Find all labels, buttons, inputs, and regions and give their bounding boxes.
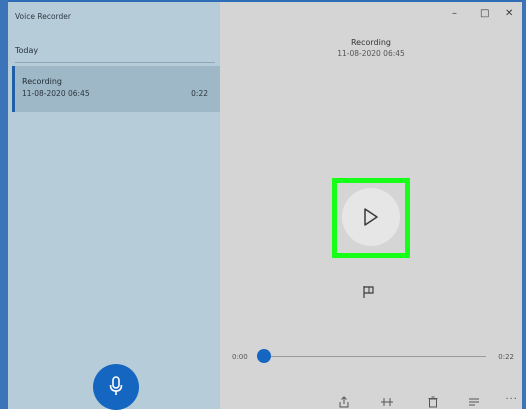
seek-track[interactable]	[260, 356, 486, 357]
delete-icon[interactable]	[428, 396, 438, 408]
microphone-icon	[109, 376, 123, 395]
main-pane: – □ ✕ Recording 11-08-2020 06:45 0:00 0:…	[220, 2, 522, 409]
maximize-button[interactable]: □	[480, 8, 489, 19]
record-button[interactable]	[93, 364, 139, 410]
rename-icon[interactable]	[468, 396, 480, 408]
selection-indicator	[12, 66, 15, 112]
share-icon[interactable]	[338, 396, 350, 408]
recording-list-item[interactable]: Recording 11-08-2020 06:45 0:22	[12, 66, 220, 112]
minimize-button[interactable]: –	[452, 8, 457, 19]
recording-duration: 0:22	[191, 89, 208, 98]
total-time: 0:22	[498, 353, 514, 361]
recording-name: Recording	[22, 77, 63, 86]
play-icon	[364, 208, 378, 226]
playing-title: Recording	[350, 38, 391, 47]
trim-icon[interactable]	[380, 396, 394, 408]
more-icon[interactable]: ···	[505, 394, 518, 405]
group-divider	[15, 62, 215, 63]
playing-date: 11-08-2020 06:45	[337, 49, 405, 58]
flag-icon[interactable]	[362, 285, 376, 299]
recording-date: 11-08-2020 06:45	[22, 89, 90, 98]
elapsed-time: 0:00	[232, 353, 248, 361]
sidebar: Voice Recorder Today Recording 11-08-202…	[8, 2, 220, 410]
group-header-today: Today	[15, 46, 39, 55]
seek-thumb[interactable]	[257, 349, 271, 363]
app-title: Voice Recorder	[15, 12, 71, 21]
window-border-left	[0, 0, 8, 409]
play-button[interactable]	[342, 188, 400, 246]
window-border-right	[522, 0, 526, 409]
close-button[interactable]: ✕	[505, 8, 513, 19]
